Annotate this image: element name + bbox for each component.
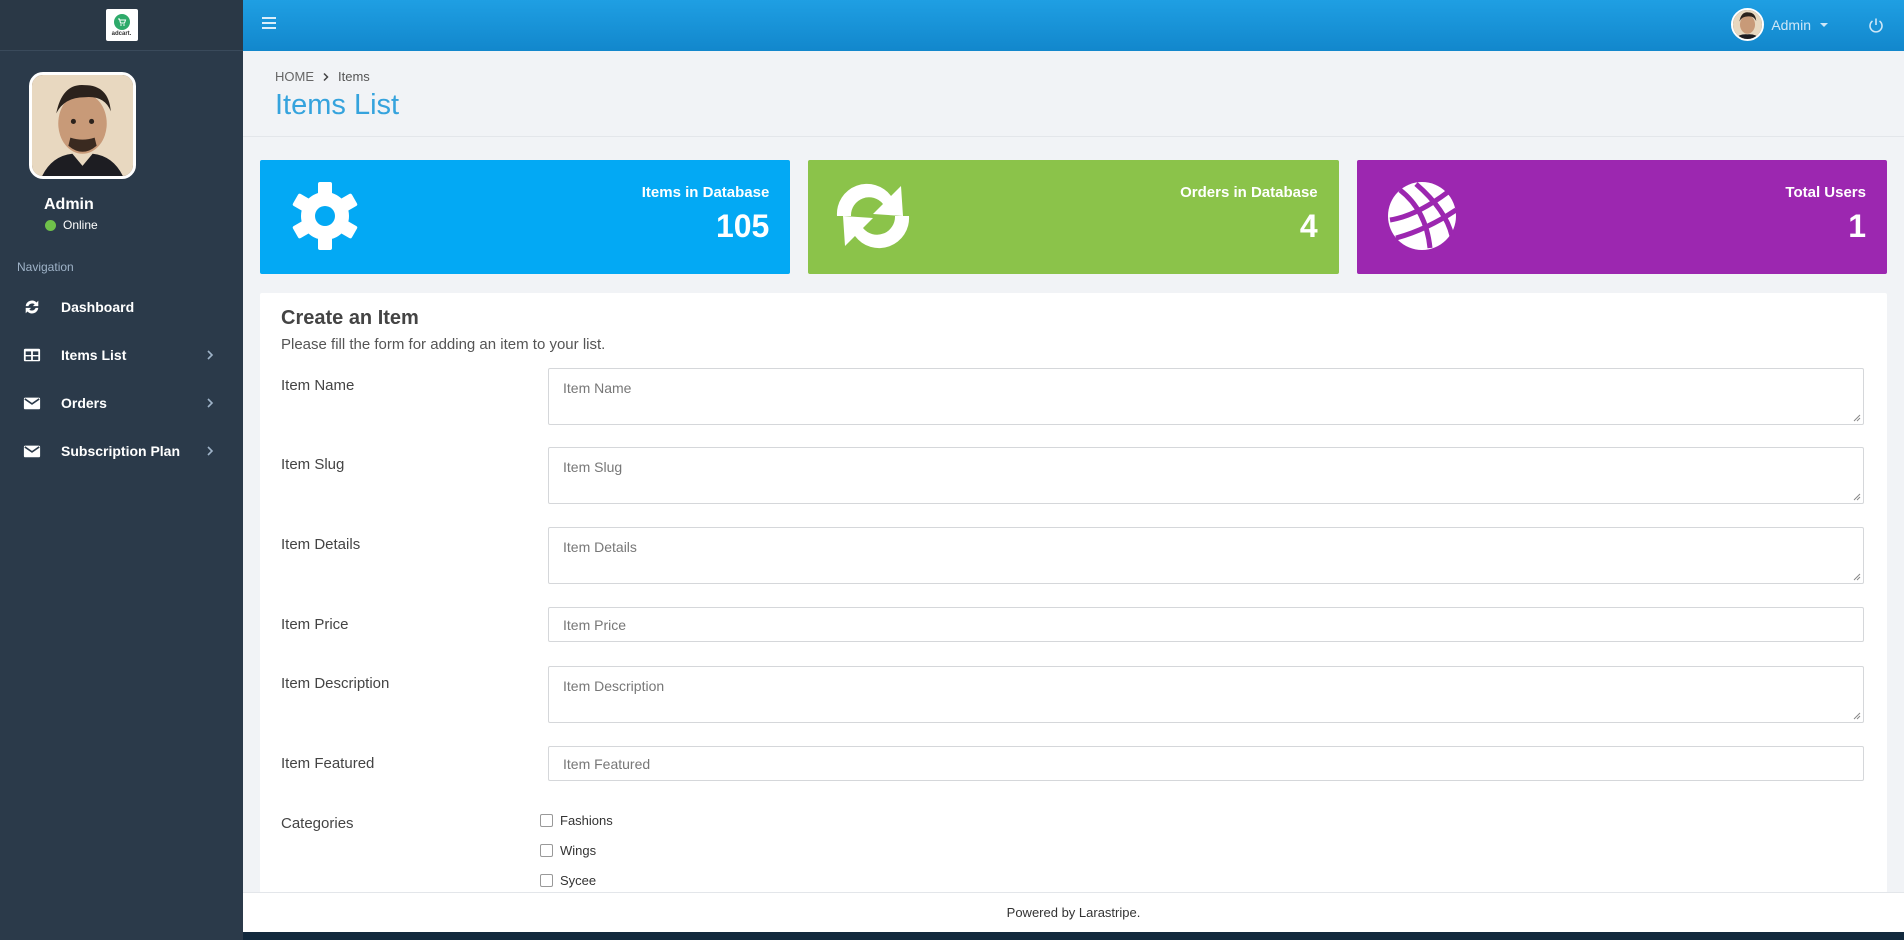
- category-option[interactable]: Wings: [540, 835, 613, 865]
- brand-bar: adcart.: [0, 0, 243, 51]
- item-description-textarea[interactable]: Item Description: [548, 666, 1864, 723]
- refresh-icon: [22, 297, 42, 317]
- item-price-label: Item Price: [281, 616, 349, 633]
- refresh-icon: [837, 183, 910, 249]
- avatar: [1731, 8, 1765, 41]
- category-label: Wings: [560, 842, 597, 858]
- sidebar-item-label: Dashboard: [61, 299, 135, 315]
- chevron-right-icon: [207, 398, 214, 408]
- breadcrumb-current: Items: [338, 69, 370, 84]
- item-slug-label: Item Slug: [281, 456, 345, 473]
- item-description-placeholder: Item Description: [563, 678, 665, 694]
- item-featured-label: Item Featured: [281, 755, 375, 772]
- category-label: Sycee: [560, 872, 597, 888]
- envelope-icon: [22, 393, 42, 413]
- envelope-icon: [22, 441, 42, 461]
- category-option[interactable]: Fashions: [540, 805, 613, 835]
- item-price-placeholder: Item Price: [563, 617, 627, 633]
- item-featured-input[interactable]: Item Featured: [548, 746, 1864, 781]
- sidebar-item-label: Orders: [61, 395, 107, 411]
- page-header: HOME Items Items List: [243, 51, 1904, 137]
- profile-status: Online: [45, 218, 243, 232]
- stat-label: Orders in Database: [1180, 184, 1318, 201]
- user-profile: Admin Online: [0, 51, 243, 232]
- item-details-label: Item Details: [281, 536, 361, 553]
- stat-value: 105: [715, 208, 770, 244]
- stat-card-orders: Orders in Database 4: [808, 160, 1339, 274]
- power-icon[interactable]: [1868, 17, 1884, 33]
- online-status-icon: [45, 219, 56, 231]
- item-slug-textarea[interactable]: Item Slug: [548, 447, 1864, 504]
- create-item-panel: Create an Item Please fill the form for …: [260, 293, 1887, 893]
- profile-status-text: Online: [63, 218, 98, 232]
- nav-header: Navigation: [17, 260, 74, 274]
- brand-logo[interactable]: adcart.: [105, 9, 138, 41]
- profile-name: Admin: [44, 196, 94, 213]
- item-price-input[interactable]: Item Price: [548, 607, 1864, 642]
- item-details-placeholder: Item Details: [563, 539, 637, 555]
- table-icon: [22, 345, 42, 365]
- caret-down-icon: [1820, 22, 1828, 27]
- gear-icon: [292, 182, 358, 250]
- breadcrumb-home[interactable]: HOME: [275, 69, 314, 84]
- panel-subtitle: Please fill the form for adding an item …: [281, 336, 606, 353]
- chevron-right-icon: [207, 446, 214, 456]
- sidebar-item-dashboard[interactable]: Dashboard: [0, 283, 243, 331]
- chevron-right-icon: [323, 72, 329, 81]
- categories-checklist: Fashions Wings Sycee: [540, 805, 613, 895]
- stat-value: 1: [1848, 208, 1866, 244]
- category-checkbox[interactable]: [540, 813, 553, 827]
- stat-label: Total Users: [1785, 184, 1866, 201]
- item-featured-placeholder: Item Featured: [563, 756, 651, 772]
- sidebar: adcart. Admin Online Navigation Dashboar…: [0, 0, 243, 940]
- cart-icon: [113, 13, 130, 30]
- topbar: Admin: [243, 0, 1904, 51]
- categories-label: Categories: [281, 815, 354, 832]
- user-menu[interactable]: Admin: [1731, 8, 1828, 41]
- bottom-strip: [0, 932, 1904, 940]
- breadcrumb: HOME Items: [275, 69, 370, 84]
- item-name-textarea[interactable]: Item Name: [548, 368, 1864, 425]
- item-slug-placeholder: Item Slug: [563, 459, 623, 475]
- category-option[interactable]: Sycee: [540, 865, 613, 895]
- avatar[interactable]: [29, 72, 136, 179]
- taskbar: [243, 932, 1904, 940]
- resize-handle-icon[interactable]: [1853, 573, 1861, 581]
- sidebar-item-subscription-plan[interactable]: Subscription Plan: [0, 427, 243, 475]
- resize-handle-icon[interactable]: [1853, 414, 1861, 422]
- resize-handle-icon[interactable]: [1853, 712, 1861, 720]
- chevron-right-icon: [207, 350, 214, 360]
- sidebar-item-orders[interactable]: Orders: [0, 379, 243, 427]
- category-label: Fashions: [560, 812, 613, 828]
- sidebar-item-label: Items List: [61, 347, 127, 363]
- item-name-label: Item Name: [281, 377, 355, 394]
- category-checkbox[interactable]: [540, 873, 553, 887]
- page-title: Items List: [275, 89, 400, 121]
- globe-icon: [1387, 182, 1458, 250]
- category-checkbox[interactable]: [540, 843, 553, 857]
- item-description-label: Item Description: [281, 675, 390, 692]
- sidebar-nav: Dashboard Items List Orders Subscription…: [0, 283, 243, 475]
- stat-value: 4: [1299, 208, 1318, 244]
- sidebar-item-items-list[interactable]: Items List: [0, 331, 243, 379]
- item-details-textarea[interactable]: Item Details: [548, 527, 1864, 584]
- resize-handle-icon[interactable]: [1853, 493, 1861, 501]
- footer: Powered by Larastripe.: [243, 892, 1904, 932]
- brand-logo-text: adcart.: [111, 30, 132, 37]
- stat-label: Items in Database: [641, 184, 770, 201]
- menu-toggle-icon[interactable]: [262, 17, 276, 31]
- sidebar-item-label: Subscription Plan: [61, 443, 181, 459]
- panel-title: Create an Item: [281, 307, 419, 329]
- stat-card-users: Total Users 1: [1356, 160, 1887, 274]
- stat-card-items: Items in Database 105: [260, 160, 791, 274]
- item-name-placeholder: Item Name: [563, 380, 632, 396]
- stat-cards: Items in Database 105 Orders in Database…: [260, 160, 1887, 274]
- user-name: Admin: [1771, 16, 1811, 33]
